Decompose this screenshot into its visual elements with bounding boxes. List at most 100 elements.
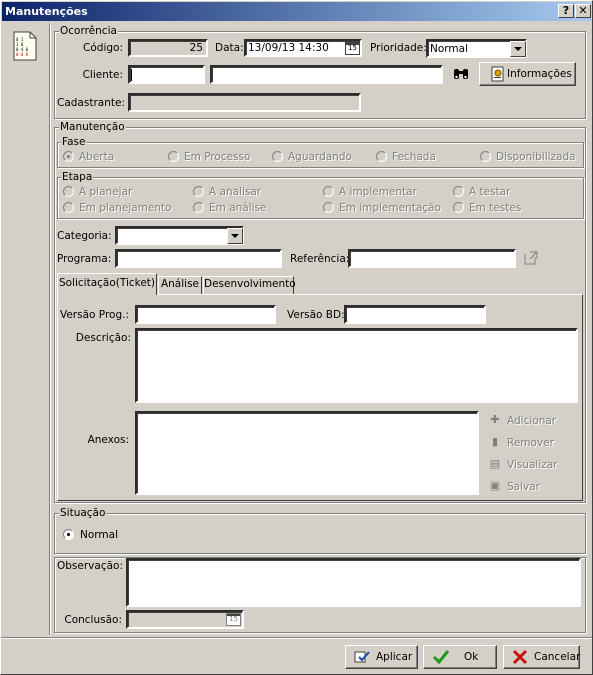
situacao-group [54,513,586,554]
open-reference-icon[interactable] [524,251,538,265]
tab-analise[interactable]: Análise [158,276,202,294]
etapa-option-em-analise: Em análise [209,202,267,214]
side-divider [49,23,51,635]
salvar-label: Salvar [507,481,540,493]
add-file-icon: ✚ [490,413,500,426]
salvar-button[interactable]: ▣ Salvar [487,478,567,496]
cadastrante-label: Cadastrante: [57,97,125,109]
remover-button[interactable]: ▮ Remover [487,434,567,452]
anexos-label: Anexos: [87,434,129,446]
ocorrencia-group-label: Ocorrência [59,25,118,37]
active-tab-underlap [58,293,156,295]
etapa-option-a-implementar: A implementar [339,186,417,198]
manutencao-group-label: Manutenção [59,121,126,133]
fase-option-aguardando: Aguardando [288,151,352,163]
fase-option-aberta: Aberta [79,151,115,163]
cadastrante-field [128,93,361,112]
cancel-x-icon [512,649,528,665]
descricao-label: Descrição: [75,332,131,344]
fase-option-em-processo: Em Processo [184,151,251,163]
etapa-radio-a-planejar[interactable] [63,186,74,197]
programa-label: Programa: [57,253,112,265]
fase-radio-fechada[interactable] [376,151,387,162]
floppy-disk-icon: ▣ [489,479,501,492]
data-value: 13/09/13 14:30 [248,42,329,54]
aplicar-label: Aplicar [376,651,413,663]
etapa-radio-a-testar[interactable] [453,186,464,197]
fase-radio-disponibilizada[interactable] [480,151,491,162]
cliente-label: Cliente: [82,69,123,81]
preview-icon: ▤ [489,457,501,470]
data-label: Data: [215,42,244,54]
adicionar-button[interactable]: ✚ Adicionar [487,412,567,430]
etapa-radio-a-implementar[interactable] [323,186,334,197]
ok-button[interactable]: Ok [423,645,497,669]
etapa-option-a-analisar: A analisar [209,186,262,198]
situacao-radio-normal[interactable] [63,529,74,540]
tab-desenvolvimento[interactable]: Desenvolvimento [203,276,296,294]
fase-option-fechada: Fechada [392,151,436,163]
prioridade-select[interactable]: Normal [426,39,527,58]
visualizar-button[interactable]: ▤ Visualizar [487,456,567,474]
referencia-label: Referência: [290,253,350,265]
help-button[interactable]: ? [558,4,574,18]
aplicar-button[interactable]: Aplicar [345,645,418,669]
fase-radio-aberta[interactable] [63,151,74,162]
situacao-option-normal: Normal [80,529,118,541]
chevron-down-icon[interactable] [510,41,526,57]
codigo-value: 25 [189,42,203,54]
versao-prog-label: Versão Prog.: [59,309,129,321]
trash-icon: ▮ [491,435,499,448]
etapa-radio-em-testes[interactable] [453,202,464,213]
etapa-radio-em-implementacao[interactable] [323,202,334,213]
tab-solicitacao[interactable]: Solicitação(Ticket) [57,273,157,295]
check-icon [432,649,450,665]
etapa-radio-em-planejamento[interactable] [63,202,74,213]
prioridade-value: Normal [430,43,468,55]
etapa-option-em-implementacao: Em implementação [339,202,441,214]
fase-label: Fase [61,136,87,148]
data-field[interactable]: 13/09/13 14:30 15 [244,39,362,57]
etapa-option-a-testar: A testar [469,186,511,198]
fase-radio-em-processo[interactable] [168,151,179,162]
visualizar-label: Visualizar [507,459,558,471]
versao-prog-field[interactable] [135,305,276,324]
binoculars-icon[interactable] [452,67,470,81]
manutencoes-window: Manutenções ? ✕ 0 1 1 0 0 4 0 0 0 8 Ocor… [0,0,593,675]
fase-radio-aguardando[interactable] [272,151,283,162]
cancelar-button[interactable]: Cancelar [503,645,580,669]
text-caret [131,69,132,81]
etapa-radio-a-analisar[interactable] [193,186,204,197]
cliente-name-field[interactable] [210,65,443,84]
etapa-option-a-planejar: A planejar [79,186,133,198]
anexos-list[interactable] [135,411,479,495]
etapa-radio-em-analise[interactable] [193,202,204,213]
referencia-field[interactable] [348,249,516,268]
document-icon: 0 1 1 0 0 4 0 0 0 8 [13,31,37,61]
programa-field[interactable] [115,249,282,268]
categoria-select[interactable] [115,226,244,245]
observacao-label: Observação: [57,560,123,572]
title-bar[interactable]: Manutenções [2,2,591,21]
conclusao-field: 15 [126,610,244,629]
categoria-label: Categoria: [57,230,112,242]
fase-option-disponibilizada: Disponibilizada [496,151,576,163]
close-button[interactable]: ✕ [575,4,591,18]
etapa-label: Etapa [61,171,94,183]
info-icon [490,66,506,82]
informacoes-button[interactable]: Informações [479,62,576,86]
codigo-label: Código: [83,42,123,54]
conclusao-label: Conclusão: [64,614,122,626]
versao-bd-label: Versão BD: [287,309,345,321]
descricao-textarea[interactable] [135,328,578,403]
informacoes-label: Informações [507,68,572,80]
versao-bd-field[interactable] [344,305,486,324]
chevron-down-icon[interactable] [227,228,243,244]
prioridade-label: Prioridade: [370,42,427,54]
calendar-icon: 15 [226,613,241,626]
observacao-textarea[interactable] [126,558,581,607]
svg-text:0 0 8: 0 0 8 [16,52,29,57]
calendar-icon[interactable]: 15 [345,42,360,55]
situacao-group-label: Situação [59,507,107,519]
cliente-code-field[interactable] [128,65,205,84]
